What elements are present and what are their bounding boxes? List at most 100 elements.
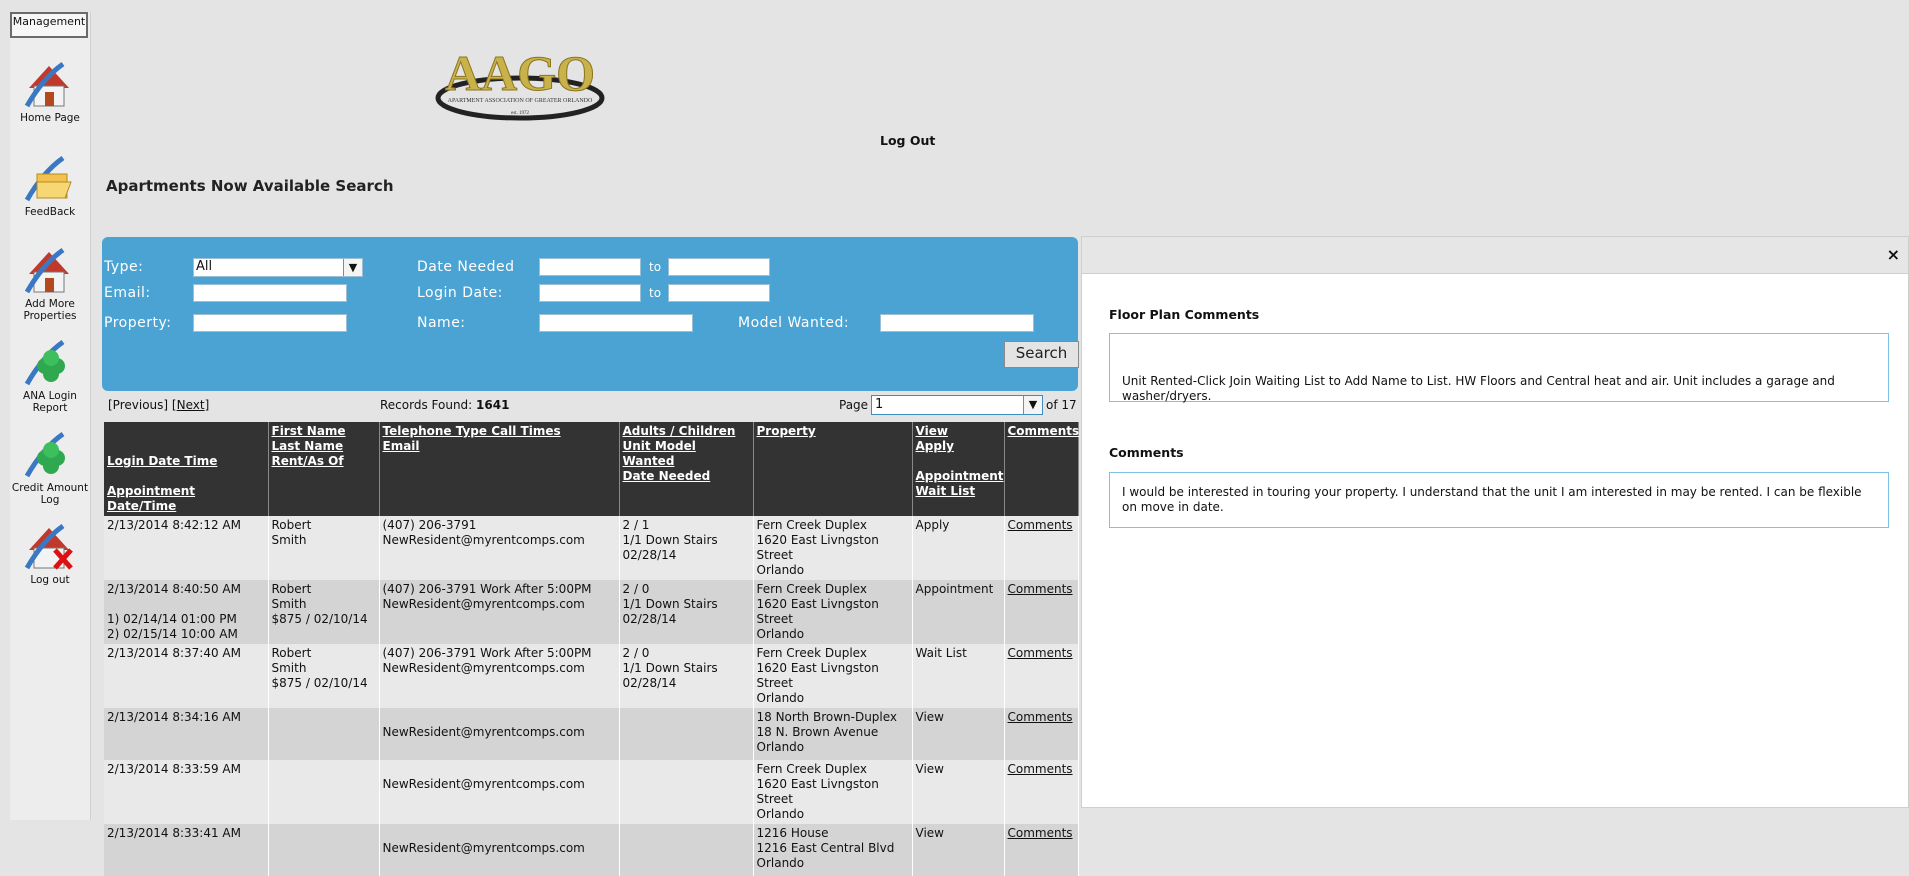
previous-link[interactable]: [Previous] bbox=[108, 398, 168, 412]
name-rent-header[interactable]: First Name Last Name Rent/As Of bbox=[268, 422, 380, 516]
login-time: 2/13/2014 8:40:50 AM bbox=[107, 582, 241, 596]
table-cell[interactable]: Comments bbox=[1004, 760, 1079, 824]
records-count: 1641 bbox=[476, 398, 510, 412]
table-cell[interactable]: View bbox=[912, 824, 1005, 876]
sidebar-item-home-page[interactable]: Home Page bbox=[10, 58, 90, 124]
table-row[interactable]: 2/13/2014 8:42:12 AM Robert Smith (407) 206… bbox=[104, 516, 1079, 580]
login-date-label: Login Date: bbox=[417, 285, 503, 301]
table-row[interactable]: 2/13/2014 8:34:16 AM NewResident@myrentco… bbox=[104, 708, 1079, 760]
floor-plan-comments-heading: Floor Plan Comments bbox=[1109, 307, 1260, 322]
adults-children: 2 / 1 bbox=[622, 518, 650, 532]
table-cell bbox=[268, 824, 380, 876]
action-link[interactable]: Wait List bbox=[916, 646, 1001, 661]
header-line: Email bbox=[382, 439, 420, 453]
header-line bbox=[107, 424, 265, 439]
login-date-from-input[interactable] bbox=[539, 284, 641, 302]
table-cell[interactable]: Comments bbox=[1004, 516, 1079, 580]
property-label: Property: bbox=[104, 315, 172, 331]
table-row[interactable]: 2/13/2014 8:33:59 AM NewResident@myrentco… bbox=[104, 760, 1079, 824]
email-input[interactable] bbox=[193, 284, 347, 302]
comments-link[interactable]: Comments bbox=[1008, 646, 1073, 660]
comments-link[interactable]: Comments bbox=[1008, 518, 1073, 532]
date-needed: 02/28/14 bbox=[622, 612, 677, 626]
login-time: 2/13/2014 8:33:41 AM bbox=[107, 826, 241, 840]
property-address: 18 N. Brown Avenue bbox=[756, 725, 879, 739]
management-tab[interactable]: Management bbox=[10, 12, 88, 38]
chevron-down-icon: ▼ bbox=[343, 259, 362, 276]
table-cell: Fern Creek Duplex 1620 East Livngston Str… bbox=[753, 644, 913, 708]
table-row[interactable]: 2/13/2014 8:33:41 AM NewResident@myrentco… bbox=[104, 824, 1079, 876]
comments-header[interactable]: Comments bbox=[1004, 422, 1080, 516]
action-header[interactable]: View Apply Appointment Wait List bbox=[912, 422, 1005, 516]
table-cell[interactable]: Comments bbox=[1004, 644, 1079, 708]
property-name: Fern Creek Duplex bbox=[756, 646, 867, 660]
table-cell: (407) 206-3791 Work After 5:00PM NewResid… bbox=[379, 580, 620, 644]
date-needed-label: Date Needed bbox=[417, 259, 515, 275]
household-header[interactable]: Adults / Children Unit Model Wanted Date N… bbox=[619, 422, 754, 516]
property-address: 1620 East Livngston Street bbox=[756, 777, 879, 806]
comments-link[interactable]: Comments bbox=[1008, 710, 1073, 724]
property-city: Orlando bbox=[756, 856, 805, 870]
page-select[interactable]: 1 ▼ bbox=[871, 395, 1043, 415]
add-home-icon bbox=[24, 247, 69, 294]
property-address: 1620 East Livngston Street bbox=[756, 597, 879, 626]
table-cell[interactable]: Wait List bbox=[912, 644, 1005, 708]
logout-link[interactable]: Log Out bbox=[880, 133, 935, 148]
action-link[interactable]: Apply bbox=[916, 518, 1001, 533]
sidebar-item-feedback[interactable]: FeedBack bbox=[10, 152, 90, 218]
comments-link[interactable]: Comments bbox=[1008, 582, 1073, 596]
table-cell: NewResident@myrentcomps.com bbox=[379, 824, 620, 876]
appointment-times: 1) 02/14/14 01:00 PM 2) 02/15/14 10:00 A… bbox=[107, 612, 238, 641]
header-line: View bbox=[915, 424, 948, 438]
first-name: Robert bbox=[271, 582, 312, 596]
table-row[interactable]: 2/13/2014 8:40:50 AM 1) 02/14/14 01:00 PM… bbox=[104, 580, 1079, 644]
sidebar-item-label: Add More Properties bbox=[23, 298, 77, 322]
action-link[interactable]: View bbox=[916, 826, 1001, 841]
action-link[interactable]: View bbox=[916, 762, 1001, 777]
table-cell[interactable]: View bbox=[912, 708, 1005, 760]
sidebar-item-label: Home Page bbox=[20, 112, 80, 124]
table-cell: Fern Creek Duplex 1620 East Livngston Str… bbox=[753, 760, 913, 824]
table-cell[interactable]: Comments bbox=[1004, 580, 1079, 644]
next-link[interactable]: Next bbox=[177, 398, 205, 412]
type-select[interactable]: All ▼ bbox=[193, 258, 363, 277]
table-cell[interactable]: Comments bbox=[1004, 708, 1079, 760]
property-input[interactable] bbox=[193, 314, 347, 332]
comments-link[interactable]: Comments bbox=[1008, 826, 1073, 840]
sidebar-item-label: Credit Amount Log bbox=[11, 482, 89, 506]
unit-model: 1/1 Down Stairs bbox=[622, 597, 718, 611]
model-wanted-input[interactable] bbox=[880, 314, 1034, 332]
table-cell[interactable]: Apply bbox=[912, 516, 1005, 580]
date-needed-to-input[interactable] bbox=[668, 258, 770, 276]
email: NewResident@myrentcomps.com bbox=[382, 725, 585, 739]
date-needed-from-input[interactable] bbox=[539, 258, 641, 276]
page-total: of 17 bbox=[1046, 398, 1077, 412]
login-datetime-header[interactable]: Login Date Time Appointment Date/Time bbox=[104, 422, 269, 516]
login-date-to-input[interactable] bbox=[668, 284, 770, 302]
property-name: Fern Creek Duplex bbox=[756, 518, 867, 532]
property-address: 1620 East Livngston Street bbox=[756, 661, 879, 690]
table-cell[interactable]: Comments bbox=[1004, 824, 1079, 876]
property-header[interactable]: Property bbox=[753, 422, 913, 516]
header-line: Comments bbox=[1007, 424, 1080, 438]
table-cell[interactable]: View bbox=[912, 760, 1005, 824]
login-time: 2/13/2014 8:42:12 AM bbox=[107, 518, 241, 532]
type-label: Type: bbox=[104, 259, 144, 275]
table-row[interactable]: 2/13/2014 8:37:40 AM Robert Smith $875 / 02… bbox=[104, 644, 1079, 708]
sidebar-item-log-out[interactable]: Log out bbox=[10, 520, 90, 586]
table-cell[interactable]: Appointment bbox=[912, 580, 1005, 644]
sidebar-item-ana-login-report[interactable]: ANA Login Report bbox=[10, 336, 90, 414]
action-link[interactable]: Appointment bbox=[916, 582, 1001, 597]
action-link[interactable]: View bbox=[916, 710, 1001, 725]
first-name: Robert bbox=[271, 646, 312, 660]
email: NewResident@myrentcomps.com bbox=[382, 841, 585, 855]
sidebar-item-add-more-properties[interactable]: Add More Properties bbox=[10, 244, 90, 322]
sidebar-item-credit-amount-log[interactable]: Credit Amount Log bbox=[10, 428, 90, 506]
contact-header[interactable]: Telephone Type Call Times Email bbox=[379, 422, 620, 516]
close-icon[interactable]: × bbox=[1887, 245, 1900, 264]
table-cell bbox=[619, 824, 754, 876]
search-button[interactable]: Search bbox=[1004, 341, 1079, 368]
unit-model: 1/1 Down Stairs bbox=[622, 533, 718, 547]
comments-link[interactable]: Comments bbox=[1008, 762, 1073, 776]
name-input[interactable] bbox=[539, 314, 693, 332]
